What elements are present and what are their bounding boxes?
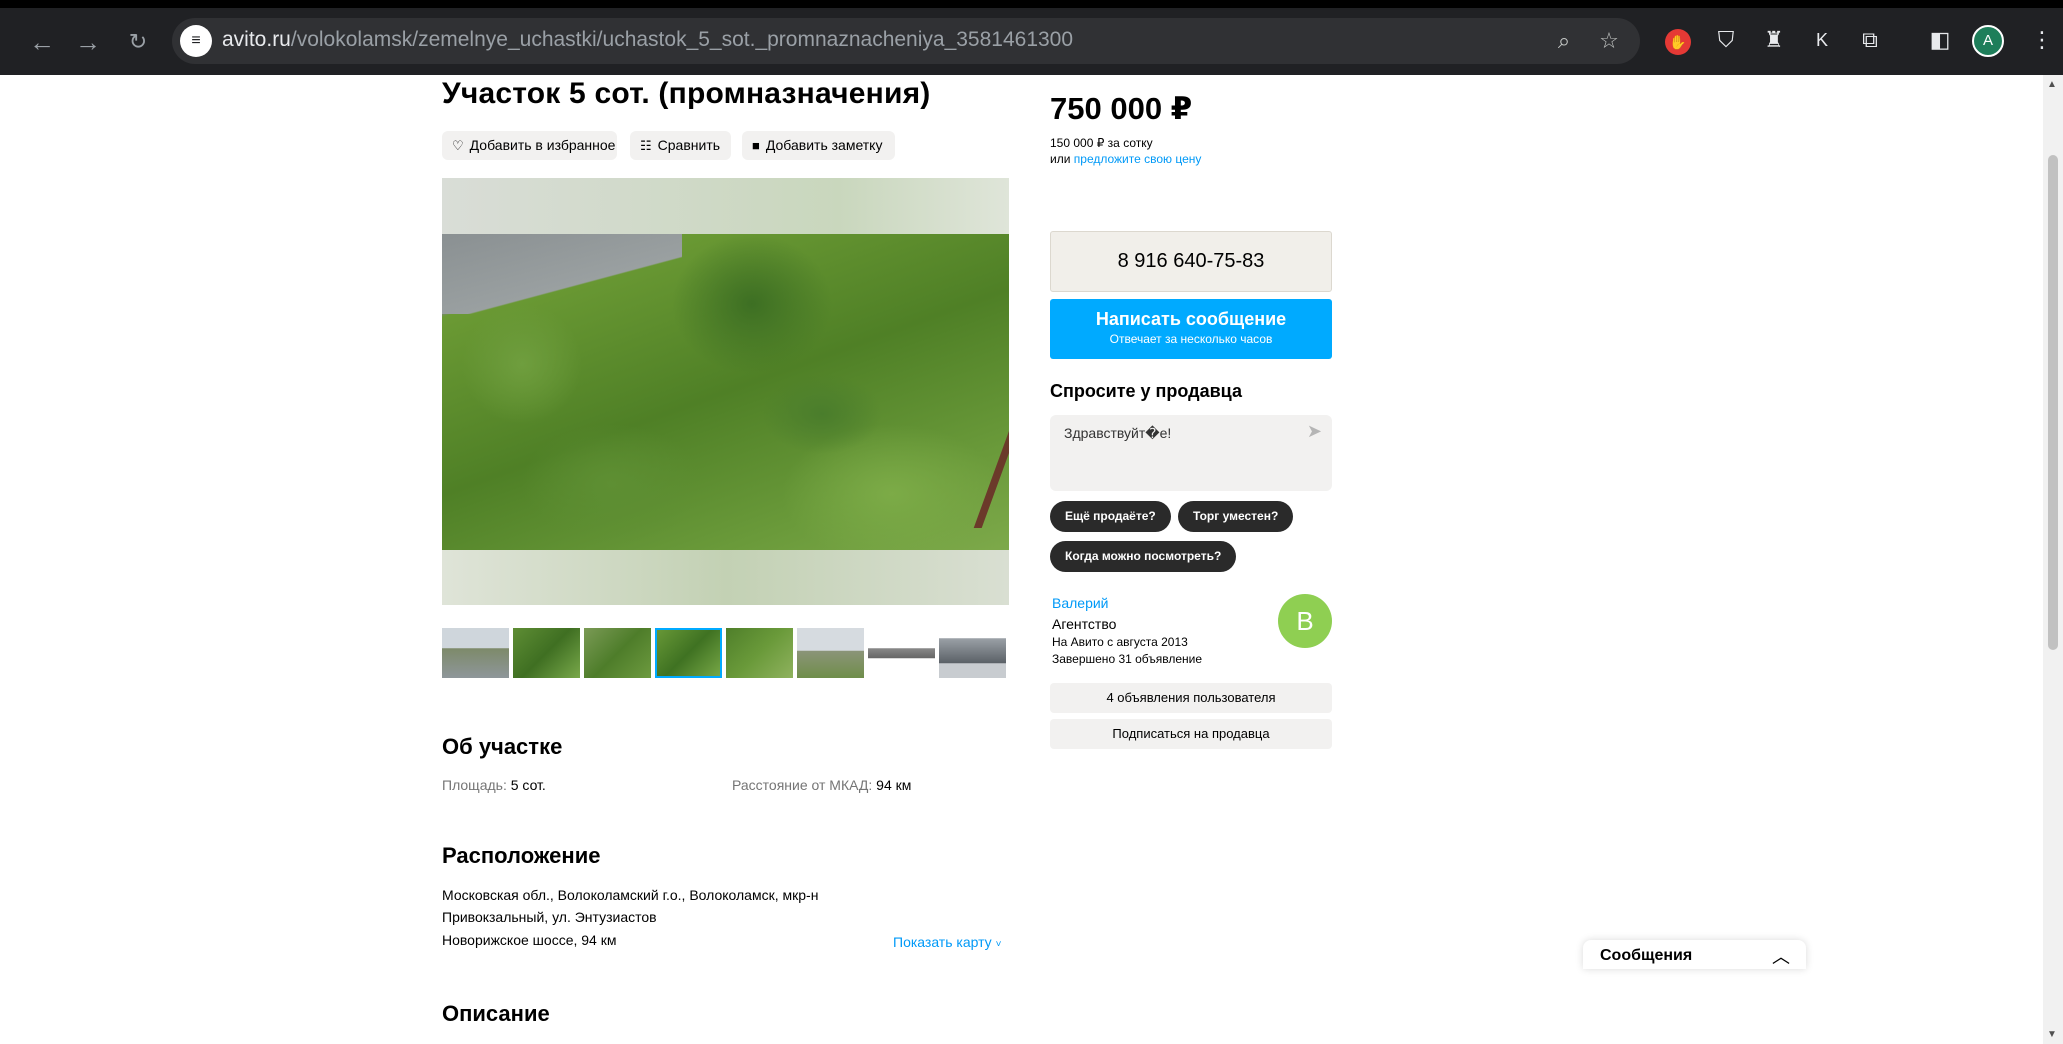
thumbnail[interactable] (868, 628, 935, 678)
seller-completed: Завершено 31 объявление (1052, 652, 1203, 666)
address-bar[interactable]: ≡ avito.ru/volokolamsk/zemelnye_uchastki… (172, 18, 1640, 64)
quick-question-chip[interactable]: Когда можно посмотреть? (1050, 541, 1237, 572)
thumbnail[interactable] (939, 628, 1006, 678)
write-message-label: Написать сообщение (1095, 309, 1287, 329)
spy-extension-icon[interactable]: ♜ (1756, 22, 1792, 58)
price: 750 000 ₽ (1050, 91, 1193, 126)
scrollbar-thumb[interactable] (2048, 155, 2058, 650)
ask-seller-text: Здравствуйт�е! (1064, 425, 1172, 441)
chevron-down-icon: ˅ (995, 939, 1002, 950)
thumbnail[interactable] (442, 628, 509, 678)
thumbnail[interactable] (726, 628, 793, 678)
show-map-link[interactable]: Показать карту ˅ (893, 934, 1001, 950)
favorites-label: Добавить в избранное (469, 137, 616, 153)
menu-kebab-icon[interactable]: ⋮ (2024, 22, 2060, 58)
thumbnail[interactable] (584, 628, 651, 678)
about-heading: Об участке (442, 734, 563, 759)
photo-blur-bottom (442, 550, 1009, 605)
note-icon: ■ (752, 138, 760, 153)
thumbnail-active[interactable] (655, 628, 722, 678)
chevron-up-icon[interactable]: ︿ (1772, 943, 1790, 969)
or-text: или (1050, 152, 1071, 166)
seller-name-link[interactable]: Валерий (1052, 595, 1109, 611)
compare-label: Сравнить (657, 137, 721, 153)
distance-label: Расстояние от МКАД: (732, 777, 873, 793)
shield-extension-icon[interactable]: ⛉ (1708, 22, 1744, 58)
browser-toolbar: ← → ↻ ≡ avito.ru/volokolamsk/zemelnye_uc… (0, 0, 2063, 75)
seller-avatar[interactable]: В (1278, 594, 1332, 648)
reload-icon[interactable]: ↻ (120, 24, 156, 60)
show-phone-button[interactable]: 8 916 640-75-83 (1050, 231, 1332, 292)
photo-blur-top (442, 178, 1009, 234)
messages-widget[interactable]: Сообщения ︿ (1583, 940, 1806, 969)
thumbnail[interactable] (797, 628, 864, 678)
k-extension-icon[interactable]: K (1804, 22, 1840, 58)
back-icon[interactable]: ← (24, 24, 60, 60)
messages-label: Сообщения (1600, 947, 1693, 964)
url-host: avito.ru (222, 28, 291, 51)
area-value: 5 сот. (510, 777, 546, 793)
highway-distance: Новорижское шоссе, 94 км (442, 932, 617, 948)
address-line-2: Привокзальный, ул. Энтузиастов (442, 909, 657, 925)
scroll-down-icon[interactable]: ▼ (2047, 1029, 2057, 1040)
subscribe-seller-button[interactable]: Подписаться на продавца (1050, 719, 1332, 749)
ask-seller-input[interactable]: Здравствуйт�е! ➤ (1050, 415, 1332, 491)
side-panel-icon[interactable]: ◧ (1922, 22, 1958, 58)
quick-question-chip[interactable]: Торг уместен? (1178, 501, 1294, 532)
add-to-favorites-button[interactable]: ♡ Добавить в избранное (442, 131, 617, 160)
forward-icon[interactable]: → (70, 24, 106, 60)
price-per-unit: 150 000 ₽ за сотку (1050, 136, 1153, 150)
page-scrollbar[interactable]: ▲ ▼ (2043, 75, 2063, 1044)
thumbnail[interactable] (513, 628, 580, 678)
price-details: 150 000 ₽ за сотку или предложите свою ц… (1050, 135, 1201, 167)
distance-property: Расстояние от МКАД: 94 км (732, 777, 911, 793)
bookmark-star-icon[interactable]: ☆ (1592, 24, 1626, 58)
profile-avatar[interactable]: A (1972, 25, 2004, 57)
thumbnail-strip (442, 628, 1009, 678)
photo-road (442, 234, 682, 314)
main-photo[interactable] (442, 178, 1009, 605)
compare-button[interactable]: ☷ Сравнить (630, 131, 731, 160)
send-icon[interactable]: ➤ (1307, 421, 1322, 442)
ask-seller-heading: Спросите у продавца (1050, 381, 1242, 401)
zoom-icon[interactable]: ⌕ (1547, 24, 1581, 58)
quick-question-chip[interactable]: Ещё продаёте? (1050, 501, 1171, 532)
url-path: /volokolamsk/zemelnye_uchastki/uchastok_… (290, 28, 1074, 51)
area-label: Площадь: (442, 777, 507, 793)
add-note-button[interactable]: ■ Добавить заметку (742, 131, 895, 160)
adblock-extension-icon[interactable]: ✋ (1660, 22, 1696, 58)
description-heading: Описание (442, 1001, 550, 1026)
show-map-label: Показать карту (893, 934, 992, 950)
write-message-button[interactable]: Написать сообщение Отвечает за несколько… (1050, 299, 1332, 359)
page-content: Участок 5 сот. (промназначения) ♡ Добавит… (0, 75, 2043, 1044)
address-line-1: Московская обл., Волоколамский г.о., Вол… (442, 887, 819, 903)
compare-icon: ☷ (640, 138, 652, 153)
note-label: Добавить заметку (765, 137, 883, 153)
distance-value: 94 км (876, 777, 912, 793)
url-text[interactable]: avito.ru/volokolamsk/zemelnye_uchastki/u… (222, 28, 1073, 52)
tab-strip (0, 0, 2063, 8)
seller-type: Агентство (1052, 616, 1117, 632)
heart-icon: ♡ (452, 138, 464, 153)
listing-title: Участок 5 сот. (промназначения) (442, 77, 931, 110)
seller-since: На Авито с августа 2013 (1052, 635, 1188, 649)
offer-price-line: или предложите свою цену (1050, 151, 1201, 167)
scroll-up-icon[interactable]: ▲ (2047, 79, 2057, 90)
location-heading: Расположение (442, 843, 601, 868)
site-info-icon[interactable]: ≡ (180, 25, 212, 57)
offer-price-link[interactable]: предложите свою цену (1074, 152, 1202, 166)
seller-listings-button[interactable]: 4 объявления пользователя (1050, 683, 1332, 713)
response-time-label: Отвечает за несколько часов (1109, 332, 1273, 346)
extensions-puzzle-icon[interactable]: ⧉ (1852, 22, 1888, 58)
area-property: Площадь: 5 сот. (442, 777, 546, 793)
